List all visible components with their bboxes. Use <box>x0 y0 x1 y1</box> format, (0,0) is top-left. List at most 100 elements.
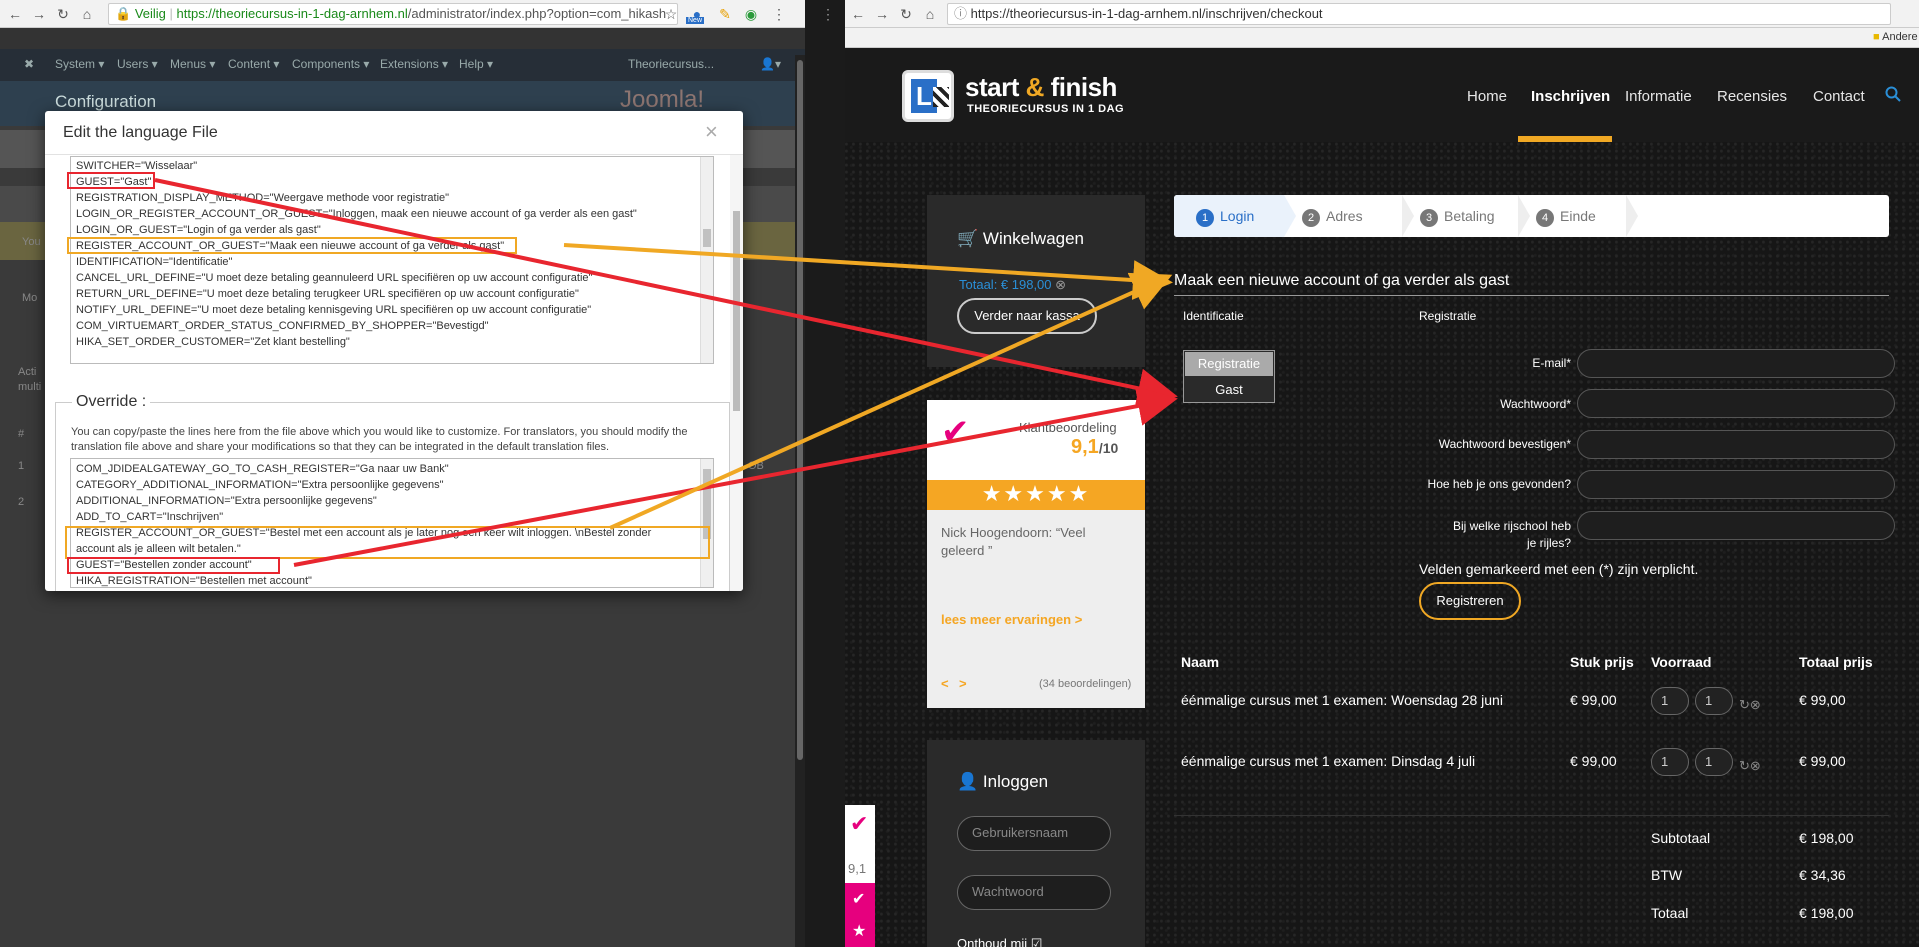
menu-components[interactable]: Components ▾ <box>292 57 369 71</box>
step-adres[interactable]: 2 Adres <box>1302 208 1363 227</box>
right-address-bar[interactable]: ⓘ https://theoriecursus-in-1-dag-arnhem.… <box>947 3 1891 25</box>
star-icon[interactable]: ★ <box>852 921 866 941</box>
user-icon[interactable]: 👤▾ <box>760 57 781 71</box>
step-betaling[interactable]: 3 Betaling <box>1420 208 1495 227</box>
bookmarks-bar: ■ Andere <box>845 28 1919 48</box>
override-line: ADD_TO_CART="Inschrijven" <box>76 511 224 523</box>
checkbox-icon[interactable]: ☑ <box>1031 936 1043 947</box>
choice-registration[interactable]: Registratie <box>1185 352 1273 376</box>
search-icon[interactable] <box>1885 86 1901 102</box>
row-2-quantity[interactable]: 1 <box>1651 748 1689 776</box>
file-line: SWITCHER="Wisselaar" <box>76 160 198 172</box>
menu-extensions[interactable]: Extensions ▾ <box>380 57 448 71</box>
nav-contact[interactable]: Contact <box>1813 88 1865 105</box>
password-input[interactable]: Wachtwoord <box>957 875 1111 910</box>
home-icon[interactable]: ⌂ <box>921 5 939 23</box>
check-circle-icon[interactable]: ✔ <box>852 889 865 909</box>
grammar-extension-icon[interactable]: ◉ <box>742 5 760 23</box>
remember-me[interactable]: Onthoud mij ☑ <box>957 936 1042 947</box>
row-1-refresh-delete-icon[interactable]: ↻⊗ <box>1739 697 1761 713</box>
review-prev[interactable]: < <box>941 676 949 691</box>
ghost-label-mo: Mo <box>22 292 38 304</box>
override-scrollbar[interactable] <box>700 459 713 587</box>
bookmark-star-icon[interactable]: ☆ <box>662 5 680 23</box>
ghost-label-1: 1 <box>18 460 25 472</box>
email-field[interactable] <box>1577 349 1895 378</box>
reload-icon[interactable]: ↻ <box>54 5 72 23</box>
ghost-label-hash: # <box>18 428 25 440</box>
forward-icon[interactable]: → <box>873 5 891 23</box>
password-field[interactable] <box>1577 389 1895 418</box>
step-einde[interactable]: 4 Einde <box>1536 208 1596 227</box>
more-reviews-link[interactable]: lees meer ervaringen > <box>941 612 1082 627</box>
left-address-bar[interactable]: 🔒 Veilig | https://theoriecursus-in-1-da… <box>108 3 678 25</box>
row-2-refresh-delete-icon[interactable]: ↻⊗ <box>1739 758 1761 774</box>
left-page-scroll-thumb[interactable] <box>797 60 803 760</box>
subtotal-label: Subtotaal <box>1651 830 1711 846</box>
checkout-browser-window: ← → ↻ ⌂ ⓘ https://theoriecursus-in-1-dag… <box>845 0 1919 947</box>
found-us-label: Hoe heb je ons gevonden? <box>1427 477 1571 491</box>
review-count: (34 beoordelingen) <box>1039 678 1132 690</box>
override-line: CATEGORY_ADDITIONAL_INFORMATION="Extra p… <box>76 479 444 491</box>
row-1-quantity[interactable]: 1 <box>1651 687 1689 715</box>
col-header-name: Naam <box>1181 654 1220 670</box>
modal-header: Edit the language File × <box>45 111 743 155</box>
review-next[interactable]: > <box>959 676 967 691</box>
found-us-field[interactable] <box>1577 470 1895 499</box>
review-score-value: 9,1 <box>1071 436 1099 458</box>
menu-system[interactable]: System ▾ <box>55 57 104 71</box>
file-line: IDENTIFICATION="Identificatie" <box>76 256 233 268</box>
file-scroll-thumb[interactable] <box>703 229 711 247</box>
file-scrollbar[interactable] <box>700 157 713 363</box>
close-icon[interactable]: × <box>705 121 718 143</box>
page-info-icon: ⓘ <box>954 6 968 21</box>
modal-scroll-thumb[interactable] <box>733 211 740 411</box>
driving-school-field[interactable] <box>1577 511 1895 540</box>
step-label: Betaling <box>1444 208 1495 224</box>
joomla-icon[interactable]: ✖ <box>24 57 34 71</box>
tax-label: BTW <box>1651 867 1683 883</box>
choice-guest[interactable]: Gast <box>1185 378 1273 402</box>
nav-informatie[interactable]: Informatie <box>1625 88 1692 105</box>
divider-menu-icon[interactable]: ⋮ <box>819 5 837 23</box>
register-button[interactable]: Registreren <box>1419 582 1521 620</box>
username-input[interactable]: Gebruikersnaam <box>957 816 1111 851</box>
other-bookmarks[interactable]: ■ Andere <box>1873 31 1918 43</box>
menu-menus[interactable]: Menus ▾ <box>170 57 215 71</box>
menu-users[interactable]: Users ▾ <box>117 57 158 71</box>
file-line: REGISTRATION_DISPLAY_METHOD="Weergave me… <box>76 192 450 204</box>
register-highlight-override <box>65 526 710 559</box>
remove-icon[interactable]: ⊗ <box>1055 277 1066 292</box>
menu-content[interactable]: Content ▾ <box>228 57 279 71</box>
row-2-price: € 99,00 <box>1570 753 1617 769</box>
kiyoh-check-icon: ✔ <box>941 413 970 451</box>
menu-help[interactable]: Help ▾ <box>459 57 493 71</box>
ghost-label-ob: OB <box>748 460 764 472</box>
brand-name[interactable]: start & finish <box>965 72 1117 103</box>
pencil-extension-icon[interactable]: ✎ <box>716 5 734 23</box>
home-icon[interactable]: ⌂ <box>78 5 96 23</box>
row-2-stock[interactable]: 1 <box>1695 748 1733 776</box>
forward-icon[interactable]: → <box>30 5 48 23</box>
nav-inschrijven[interactable]: Inschrijven <box>1531 88 1610 105</box>
form-labels: E-mail* Wachtwoord* Wachtwoord bevestige… <box>1391 348 1571 550</box>
user-icon: 👤 <box>957 772 979 791</box>
account-choice-box: Registratie Gast <box>1183 350 1275 403</box>
menu-icon[interactable]: ⋮ <box>770 5 788 23</box>
login-title-label: Inloggen <box>982 772 1049 791</box>
cart-icon: 🛒 <box>957 229 979 248</box>
tax-value: € 34,36 <box>1799 867 1846 883</box>
site-name-link[interactable]: Theoriecursus... <box>628 57 714 71</box>
nav-recensies[interactable]: Recensies <box>1717 88 1787 105</box>
reload-icon[interactable]: ↻ <box>897 5 915 23</box>
nav-home[interactable]: Home <box>1467 88 1507 105</box>
site-logo[interactable]: L <box>902 70 954 122</box>
row-1-stock[interactable]: 1 <box>1695 687 1733 715</box>
password-confirm-field[interactable] <box>1577 430 1895 459</box>
step-login[interactable]: 1 Login <box>1196 208 1254 227</box>
back-icon[interactable]: ← <box>849 5 867 23</box>
checkout-button[interactable]: Verder naar kassa <box>957 298 1097 334</box>
language-file-textarea[interactable]: SWITCHER="Wisselaar" GUEST="Gast" REGIST… <box>70 156 714 364</box>
identification-label: Identificatie <box>1183 309 1244 323</box>
back-icon[interactable]: ← <box>6 5 24 23</box>
